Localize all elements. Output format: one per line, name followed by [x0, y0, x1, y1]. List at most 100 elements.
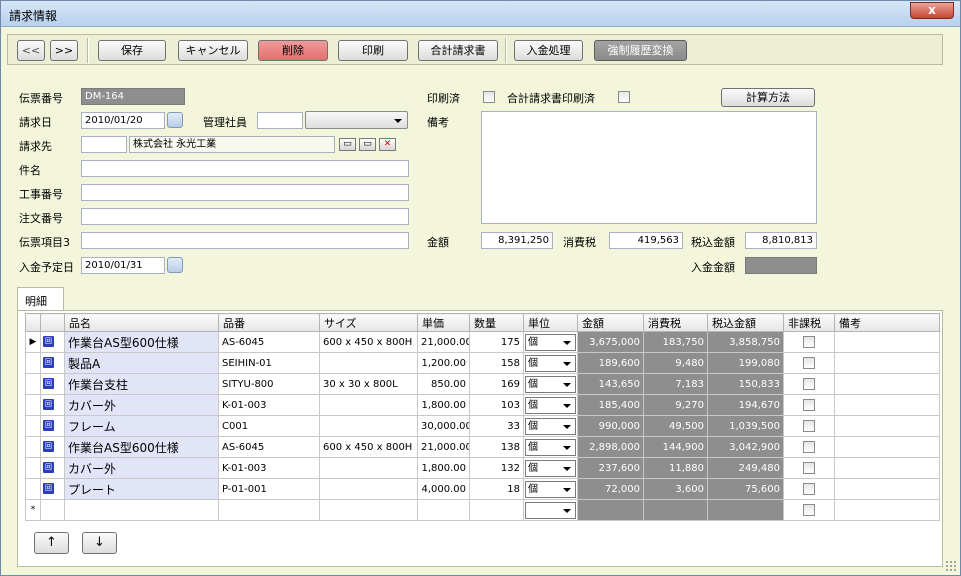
cell-code[interactable]: SEIHIN-01 — [218, 352, 320, 374]
cell-size[interactable] — [319, 415, 418, 437]
row-icon-cell[interactable]: 回 — [40, 394, 65, 416]
exempt-checkbox[interactable] — [803, 441, 815, 453]
close-button[interactable]: x — [910, 2, 954, 19]
column-header[interactable]: 品番 — [218, 313, 320, 332]
row-icon-cell[interactable]: 回 — [40, 457, 65, 479]
cell-price[interactable]: 1,200.00 — [417, 352, 470, 374]
column-header[interactable]: 備考 — [834, 313, 940, 332]
unit-select[interactable]: 個 — [525, 417, 576, 435]
new-row[interactable]: * — [25, 499, 940, 521]
row-selector[interactable] — [25, 373, 41, 395]
cell-size[interactable]: 600 x 450 x 800H — [319, 331, 418, 353]
cell-exempt[interactable] — [783, 499, 835, 521]
exempt-checkbox[interactable] — [803, 378, 815, 390]
cell-code[interactable]: K-01-003 — [218, 457, 320, 479]
row-icon-cell[interactable]: 回 — [40, 352, 65, 374]
cell-unit[interactable]: 個 — [523, 436, 578, 458]
exempt-checkbox[interactable] — [803, 483, 815, 495]
cell-exempt[interactable] — [783, 457, 835, 479]
cell-qty[interactable]: 169 — [469, 373, 524, 395]
next-record-button[interactable]: >> — [50, 40, 78, 61]
row-selector[interactable] — [25, 436, 41, 458]
row-selector[interactable] — [25, 352, 41, 374]
cell-unit[interactable]: 個 — [523, 457, 578, 479]
cell-empty[interactable] — [469, 499, 524, 521]
record-icon[interactable]: 回 — [43, 357, 54, 369]
row-selector[interactable] — [25, 394, 41, 416]
record-icon[interactable]: 回 — [43, 483, 54, 495]
column-header[interactable]: 単価 — [417, 313, 470, 332]
row-icon-cell[interactable]: 回 — [40, 373, 65, 395]
move-down-button[interactable]: ↓ — [82, 532, 117, 554]
payment-due-field[interactable]: 2010/01/31 — [81, 257, 165, 274]
calendar-button[interactable] — [167, 112, 183, 128]
cell-qty[interactable]: 18 — [469, 478, 524, 500]
cell-unit[interactable]: 個 — [523, 394, 578, 416]
tab-detail[interactable]: 明細 — [17, 287, 64, 311]
cell-name[interactable]: 製品A — [64, 352, 219, 374]
cell-unit[interactable] — [523, 499, 578, 521]
cell-code[interactable]: SITYU-800 — [218, 373, 320, 395]
window-icon[interactable]: ▭ — [339, 138, 356, 151]
unit-select[interactable]: 個 — [525, 333, 576, 351]
record-icon[interactable]: 回 — [43, 441, 54, 453]
cell-empty[interactable] — [64, 499, 219, 521]
cell-empty[interactable] — [40, 499, 65, 521]
cell-exempt[interactable] — [783, 352, 835, 374]
cell-name[interactable]: プレート — [64, 478, 219, 500]
cell-price[interactable]: 850.00 — [417, 373, 470, 395]
cell-unit[interactable]: 個 — [523, 373, 578, 395]
manager-select[interactable] — [305, 111, 408, 129]
summary-printed-checkbox[interactable] — [618, 91, 630, 103]
exempt-checkbox[interactable] — [803, 420, 815, 432]
cell-price[interactable]: 21,000.00 — [417, 436, 470, 458]
cell-exempt[interactable] — [783, 415, 835, 437]
table-row[interactable]: 回作業台AS型600仕様 AS-6045 600 x 450 x 800H 21,00… — [25, 436, 940, 458]
cell-exempt[interactable] — [783, 394, 835, 416]
delete-x-icon[interactable]: ✕ — [379, 138, 396, 151]
cell-qty[interactable]: 132 — [469, 457, 524, 479]
column-header[interactable]: 品名 — [64, 313, 219, 332]
cell-exempt[interactable] — [783, 373, 835, 395]
exempt-checkbox[interactable] — [803, 357, 815, 369]
slip-item3-field[interactable] — [81, 232, 409, 249]
cell-note[interactable] — [834, 394, 940, 416]
cell-price[interactable]: 21,000.00 — [417, 331, 470, 353]
unit-select[interactable]: 個 — [525, 459, 576, 477]
cell-note[interactable] — [834, 352, 940, 374]
cell-note[interactable] — [834, 478, 940, 500]
subject-field[interactable] — [81, 160, 409, 177]
exempt-checkbox[interactable] — [803, 399, 815, 411]
save-button[interactable]: 保存 — [98, 40, 166, 61]
row-icon-cell[interactable]: 回 — [40, 436, 65, 458]
payment-button[interactable]: 入金処理 — [514, 40, 583, 61]
cell-size[interactable]: 600 x 450 x 800H — [319, 436, 418, 458]
row-icon-cell[interactable]: 回 — [40, 478, 65, 500]
prev-record-button[interactable]: << — [17, 40, 45, 61]
cell-unit[interactable]: 個 — [523, 331, 578, 353]
table-row[interactable]: 回カバー外 K-01-003 1,800.00 132 個 237,600 11,880 24… — [25, 457, 940, 479]
move-up-button[interactable]: ↑ — [34, 532, 69, 554]
cell-qty[interactable]: 33 — [469, 415, 524, 437]
cell-qty[interactable]: 158 — [469, 352, 524, 374]
remarks-field[interactable] — [481, 111, 817, 224]
unit-select[interactable]: 個 — [525, 480, 576, 498]
table-row[interactable]: 回作業台支柱 SITYU-800 30 x 30 x 800L 850.00 169 個 1… — [25, 373, 940, 395]
cell-name[interactable]: カバー外 — [64, 394, 219, 416]
cell-exempt[interactable] — [783, 331, 835, 353]
column-header[interactable]: 単位 — [523, 313, 578, 332]
cell-note[interactable] — [834, 331, 940, 353]
unit-select[interactable]: 個 — [525, 438, 576, 456]
resize-grip-icon[interactable] — [945, 560, 957, 572]
order-no-field[interactable] — [81, 208, 409, 225]
cell-size[interactable]: 30 x 30 x 800L — [319, 373, 418, 395]
cell-note[interactable] — [834, 373, 940, 395]
cell-name[interactable]: カバー外 — [64, 457, 219, 479]
cell-price[interactable]: 1,800.00 — [417, 457, 470, 479]
exempt-checkbox[interactable] — [803, 336, 815, 348]
column-header[interactable]: 金額 — [577, 313, 644, 332]
column-header[interactable]: 非課税 — [783, 313, 835, 332]
cancel-button[interactable]: キャンセル — [178, 40, 248, 61]
calc-method-button[interactable]: 計算方法 — [721, 88, 815, 107]
cell-code[interactable]: P-01-001 — [218, 478, 320, 500]
